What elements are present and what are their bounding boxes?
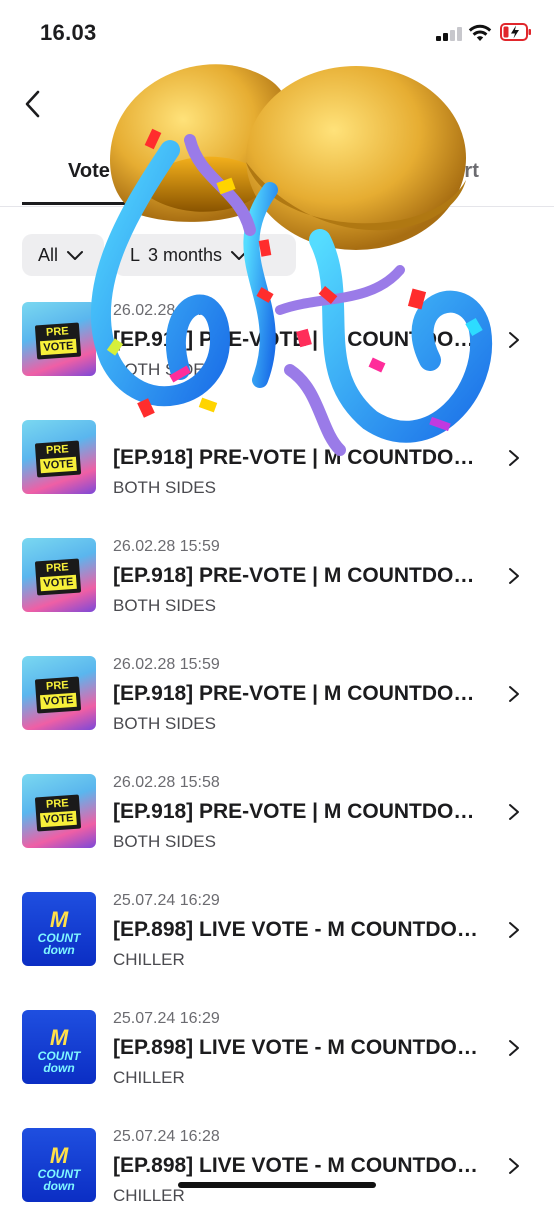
thumb-down-text: down	[43, 943, 75, 957]
thumb-m-text: M	[49, 907, 69, 932]
chevron-right-icon	[509, 922, 519, 938]
thumb-vote-text: VOTE	[39, 338, 77, 356]
chevron-down-icon	[231, 251, 248, 260]
back-arrow-icon[interactable]	[20, 86, 50, 122]
vote-title: [EP.918] PRE-VOTE | M COUNTDOWN	[113, 564, 485, 587]
filter-bar: All L 3 months	[0, 234, 554, 278]
status-time: 16.03	[40, 20, 97, 45]
pre-vote-label: PRE VOTE	[34, 794, 82, 832]
pre-vote-label: PRE VOTE	[34, 676, 82, 714]
chevron-right-icon	[509, 1158, 519, 1174]
type-filter-label: All	[38, 244, 59, 265]
thumb-pre-text: PRE	[45, 679, 70, 693]
chevron-right-icon	[509, 568, 519, 584]
pre-vote-thumbnail: PRE VOTE	[22, 420, 96, 494]
wifi-icon	[468, 24, 492, 41]
m-countdown-thumbnail: M COUNT down	[22, 1010, 96, 1084]
thumb-vote-text: VOTE	[39, 810, 77, 828]
pre-vote-label: PRE VOTE	[34, 558, 82, 596]
status-bar: 16.03	[0, 0, 554, 60]
tab-vote[interactable]: Vote	[68, 160, 110, 183]
vote-list-item[interactable]: M COUNT down 25.07.24 16:28 [EP.898] LIVE VO…	[0, 1122, 554, 1226]
vote-list-item[interactable]: PRE VOTE 26.02.28 16:01 [EP.918] PRE-VOTE |…	[0, 296, 554, 400]
pre-vote-thumbnail: PRE VOTE	[22, 774, 96, 848]
vote-title: [EP.918] PRE-VOTE | M COUNTDOWN	[113, 328, 485, 351]
vote-title: [EP.898] LIVE VOTE - M COUNTDOWN	[113, 1036, 485, 1059]
m-countdown-logo: M COUNT down	[22, 1143, 96, 1193]
voted-artist: BOTH SIDES	[113, 478, 216, 497]
vote-title: [EP.898] LIVE VOTE - M COUNTDOWN	[113, 918, 485, 941]
vote-title: [EP.898] LIVE VOTE - M COUNTDOWN	[113, 1154, 485, 1177]
tab-bar: Vote port	[0, 142, 554, 207]
vote-list-item[interactable]: PRE VOTE [EP.918] PRE-VOTE | M COUNTDOWN BO…	[0, 414, 554, 518]
chevron-right-icon	[509, 332, 519, 348]
vote-date: 26.02.28 15:59	[113, 538, 220, 555]
voted-artist: BOTH SIDES	[113, 596, 216, 615]
chevron-down-icon	[67, 251, 84, 260]
voted-artist: BOTH SIDES	[113, 714, 216, 733]
thumb-vote-text: VOTE	[39, 574, 77, 592]
m-countdown-logo: M COUNT down	[22, 1025, 96, 1075]
home-indicator	[178, 1182, 376, 1188]
chevron-right-icon	[509, 1040, 519, 1056]
chevron-right-icon	[509, 686, 519, 702]
m-countdown-logo: M COUNT down	[22, 907, 96, 957]
cellular-signal-icon	[436, 27, 462, 41]
vote-list-item[interactable]: M COUNT down 25.07.24 16:29 [EP.898] LIVE VO…	[0, 1004, 554, 1108]
vote-list-item[interactable]: PRE VOTE 26.02.28 15:59 [EP.918] PRE-VOTE |…	[0, 532, 554, 636]
thumb-m-text: M	[49, 1143, 69, 1168]
vote-date: 25.07.24 16:28	[113, 1128, 220, 1145]
pre-vote-thumbnail: PRE VOTE	[22, 538, 96, 612]
vote-date: 25.07.24 16:29	[113, 892, 220, 909]
voted-artist: BOTH SIDES	[113, 832, 216, 851]
thumb-pre-text: PRE	[45, 797, 70, 811]
vote-date: 26.02.28 16:01	[113, 302, 220, 319]
tab-support[interactable]: port	[440, 160, 479, 183]
m-countdown-thumbnail: M COUNT down	[22, 892, 96, 966]
vote-date: 25.07.24 16:29	[113, 1010, 220, 1027]
pre-vote-thumbnail: PRE VOTE	[22, 302, 96, 376]
vote-title: [EP.918] PRE-VOTE | M COUNTDOWN	[113, 682, 485, 705]
chevron-right-icon	[509, 450, 519, 466]
thumb-pre-text: PRE	[45, 561, 70, 575]
vote-list-item[interactable]: PRE VOTE 26.02.28 15:59 [EP.918] PRE-VOTE |…	[0, 650, 554, 754]
period-filter-prefix: L	[130, 244, 141, 265]
chevron-right-icon	[509, 804, 519, 820]
vote-list-item[interactable]: PRE VOTE 26.02.28 15:58 [EP.918] PRE-VOTE |…	[0, 768, 554, 872]
vote-list-item[interactable]: M COUNT down 25.07.24 16:29 [EP.898] LIVE VO…	[0, 886, 554, 990]
thumb-pre-text: PRE	[45, 443, 70, 457]
period-filter-dropdown[interactable]: L 3 months	[114, 234, 296, 276]
period-filter-label: 3 months	[148, 244, 223, 265]
m-countdown-thumbnail: M COUNT down	[22, 1128, 96, 1202]
voted-artist: CHILLER	[113, 1068, 185, 1087]
vote-date: 26.02.28 15:58	[113, 774, 220, 791]
thumb-vote-text: VOTE	[39, 456, 77, 474]
vote-title: [EP.918] PRE-VOTE | M COUNTDOWN	[113, 446, 485, 469]
vote-title: [EP.918] PRE-VOTE | M COUNTDOWN	[113, 800, 485, 823]
pre-vote-thumbnail: PRE VOTE	[22, 656, 96, 730]
voted-artist: BOTH SIDES	[113, 360, 216, 379]
voted-artist: CHILLER	[113, 950, 185, 969]
type-filter-dropdown[interactable]: All	[22, 234, 104, 276]
vote-date: 26.02.28 15:59	[113, 656, 220, 673]
active-tab-indicator	[22, 202, 136, 205]
thumb-down-text: down	[43, 1061, 75, 1075]
thumb-pre-text: PRE	[45, 325, 70, 339]
thumb-down-text: down	[43, 1179, 75, 1193]
thumb-vote-text: VOTE	[39, 692, 77, 710]
voted-artist: CHILLER	[113, 1186, 185, 1205]
pre-vote-label: PRE VOTE	[34, 322, 82, 360]
header	[0, 70, 554, 140]
thumb-m-text: M	[49, 1025, 69, 1050]
battery-charging-icon	[500, 23, 531, 41]
pre-vote-label: PRE VOTE	[34, 440, 82, 478]
